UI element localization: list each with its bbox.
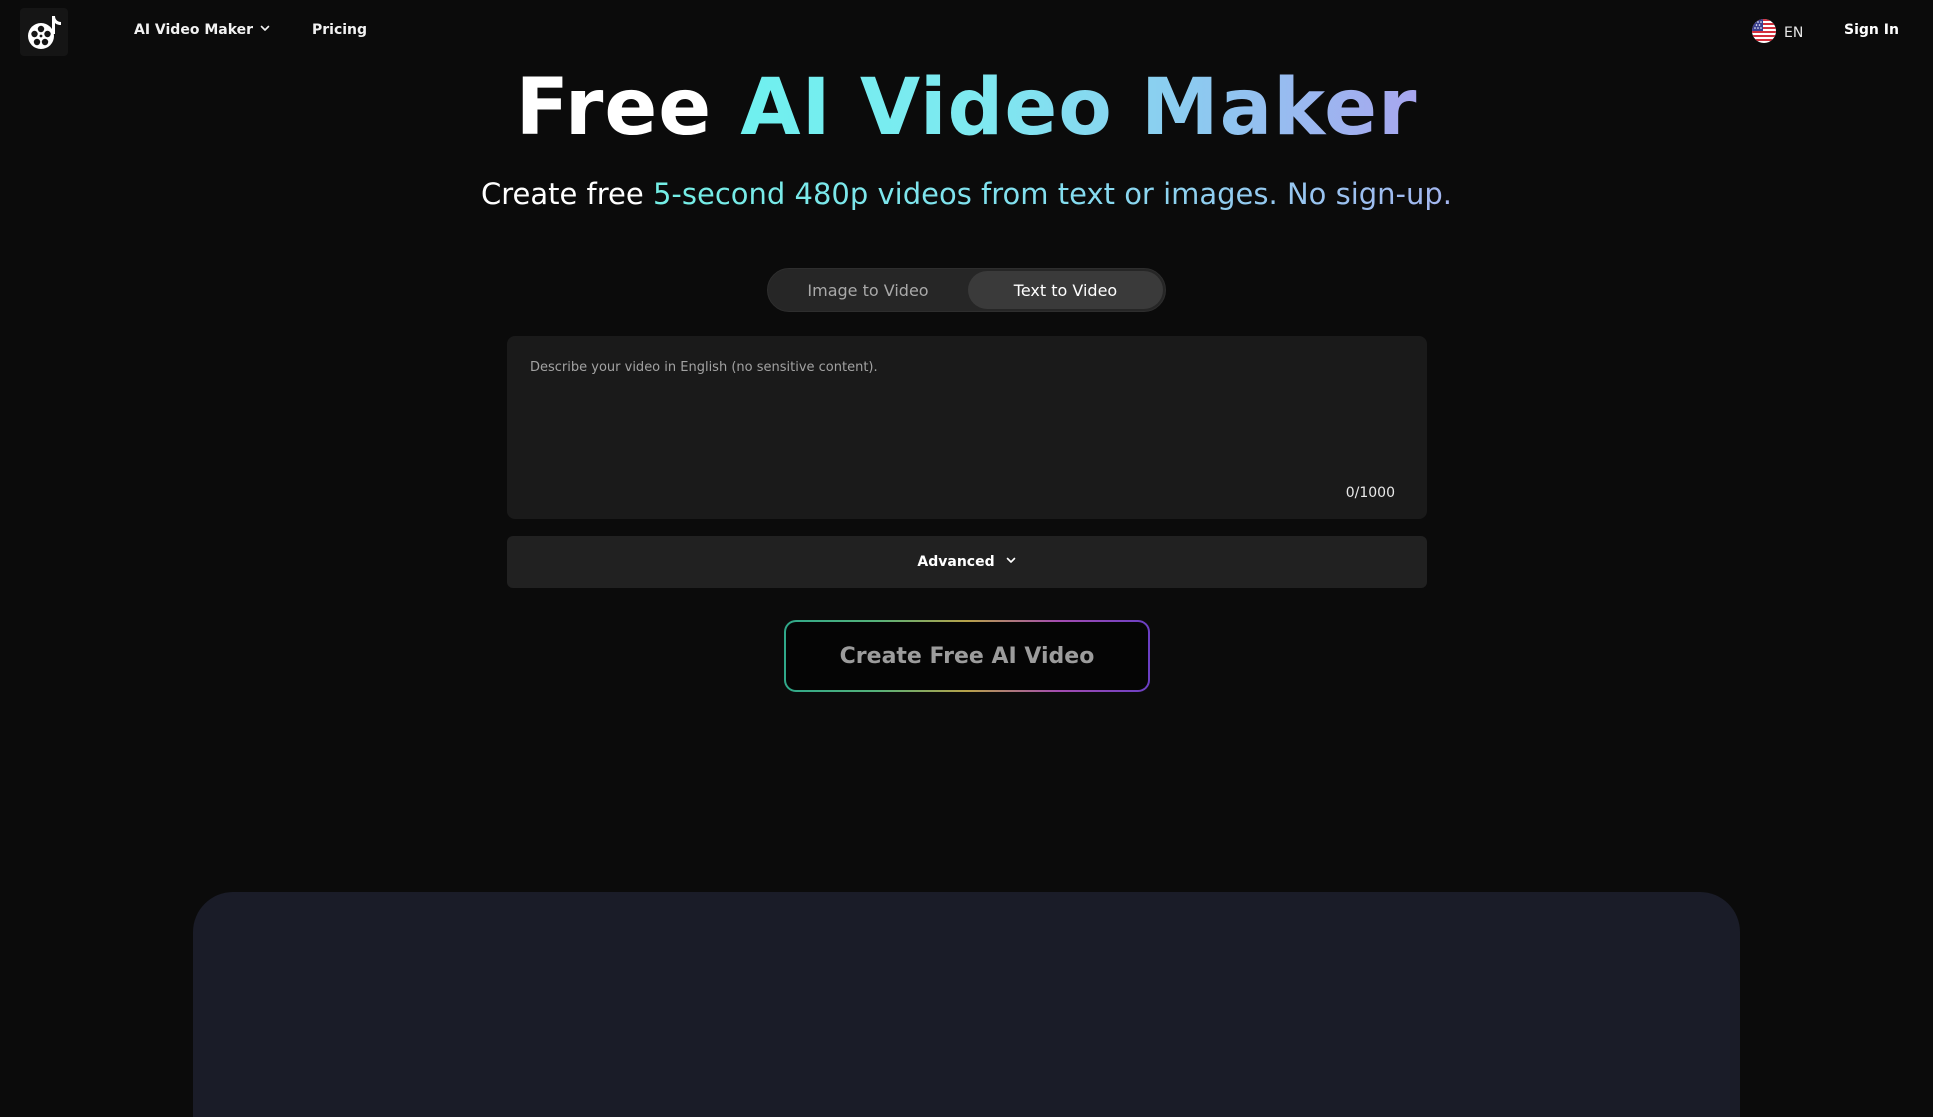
language-label: EN — [1784, 25, 1804, 41]
create-button-frame: Create Free AI Video — [784, 620, 1150, 692]
page: AI Video Maker Pricing EN Sign In Free A… — [0, 0, 1933, 1117]
prompt-box: 0/1000 — [507, 336, 1427, 519]
chevron-down-icon — [1005, 554, 1017, 570]
sign-in-button[interactable]: Sign In — [1844, 22, 1899, 38]
top-navbar: AI Video Maker Pricing EN Sign In — [0, 0, 1933, 64]
tab-text-to-video[interactable]: Text to Video — [968, 271, 1163, 309]
us-flag-icon — [1752, 19, 1776, 47]
chevron-down-icon — [259, 22, 271, 38]
prompt-input[interactable] — [507, 336, 1427, 519]
advanced-label: Advanced — [917, 554, 995, 570]
subtitle-part-1: Create free — [480, 177, 644, 211]
title-word-ai-video-maker: AI Video Maker — [740, 63, 1418, 153]
advanced-toggle[interactable]: Advanced — [507, 536, 1427, 588]
mode-tabs: Image to Video Text to Video — [767, 268, 1166, 312]
create-free-ai-video-button[interactable]: Create Free AI Video — [786, 622, 1148, 690]
subtitle-part-2: 5-second 480p videos from text or images… — [652, 177, 1453, 211]
logo-icon[interactable] — [20, 8, 68, 56]
pricing-link[interactable]: Pricing — [312, 22, 367, 38]
ai-video-maker-menu-label: AI Video Maker — [134, 22, 254, 38]
preview-panel — [193, 892, 1740, 1117]
character-counter: 0/1000 — [1345, 485, 1395, 501]
page-title: Free AI Video Maker — [0, 60, 1933, 156]
tab-image-to-video[interactable]: Image to Video — [770, 271, 966, 309]
title-word-free: Free — [515, 63, 713, 153]
language-selector[interactable]: EN — [1752, 19, 1803, 47]
ai-video-maker-menu[interactable]: AI Video Maker — [134, 22, 271, 38]
page-subtitle: Create free 5-second 480p videos from te… — [0, 174, 1933, 214]
